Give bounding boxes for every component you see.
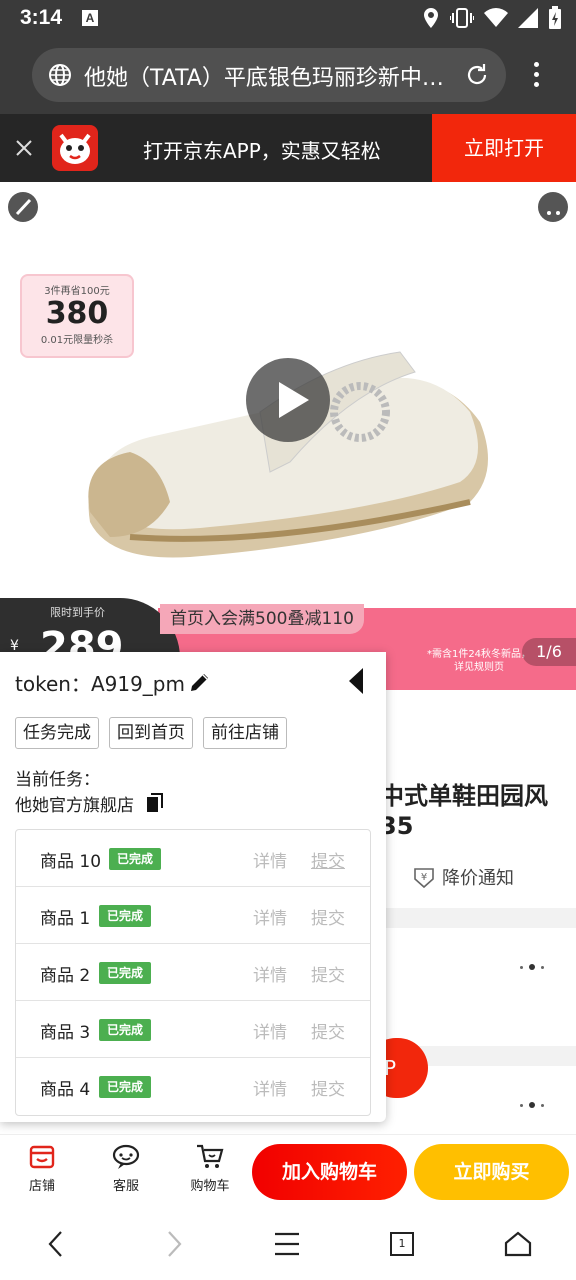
more-icon[interactable] xyxy=(538,192,568,222)
signal-icon xyxy=(518,8,538,28)
clock: 3:14 xyxy=(20,6,63,29)
add-to-cart-button[interactable]: 加入购物车 xyxy=(252,1144,407,1200)
close-icon[interactable] xyxy=(12,136,36,160)
chat-icon xyxy=(112,1144,140,1169)
copy-icon[interactable] xyxy=(146,793,164,813)
banner-text: 打开京东APP，实惠又轻松 xyxy=(143,139,381,163)
submit-link[interactable]: 提交 xyxy=(311,1075,345,1100)
bottom-action-bar: 店铺 客服 购物车 加入购物车 立即购买 xyxy=(0,1134,576,1208)
list-item: 商品 3 已完成 详情 提交 xyxy=(16,1001,370,1058)
nav-back-icon[interactable] xyxy=(44,1230,68,1258)
item-name: 商品 10 xyxy=(40,852,102,872)
token-label: token： xyxy=(15,672,91,696)
play-video-icon[interactable] xyxy=(246,358,330,442)
submit-link[interactable]: 提交 xyxy=(311,847,345,872)
store-label: 店铺 xyxy=(28,1179,55,1194)
system-navigation-bar: 1 xyxy=(0,1208,576,1280)
wifi-icon xyxy=(484,8,508,27)
status-icons xyxy=(422,5,562,31)
back-home-button[interactable]: 回到首页 xyxy=(109,717,193,749)
promo-fine-print: *需含1件24秋冬新品，详见规则页 xyxy=(426,649,532,673)
product-image-shoe xyxy=(88,351,489,558)
page-url-title[interactable]: 他她（TATA）平底银色玛丽珍新中式单鞋田园风 xyxy=(84,60,454,92)
overflow-menu-icon[interactable] xyxy=(524,58,548,92)
go-to-store-button[interactable]: 前往店铺 xyxy=(203,717,287,749)
service-label: 客服 xyxy=(112,1179,139,1194)
back-icon[interactable] xyxy=(8,192,38,222)
location-icon xyxy=(424,8,438,28)
jd-logo xyxy=(52,125,98,171)
image-counter: 1/6 xyxy=(522,638,576,666)
open-app-banner: 打开京东APP，实惠又轻松 立即打开 xyxy=(0,114,576,182)
collapse-panel-icon[interactable] xyxy=(349,668,363,694)
list-item: 商品 2 已完成 详情 提交 xyxy=(16,944,370,1001)
globe-icon xyxy=(49,64,71,86)
notification-a-icon: A xyxy=(82,10,98,26)
list-item: 商品 1 已完成 详情 提交 xyxy=(16,887,370,944)
panel-action-buttons: 任务完成 回到首页 前往店铺 xyxy=(15,717,287,749)
list-item: 商品 4 已完成 详情 提交 xyxy=(16,1058,370,1115)
nav-tabs-button[interactable]: 1 xyxy=(390,1232,414,1256)
detail-link[interactable]: 详情 xyxy=(253,847,287,872)
status-badge: 已完成 xyxy=(99,1076,152,1098)
nav-menu-icon[interactable] xyxy=(274,1230,300,1258)
open-app-button[interactable]: 立即打开 xyxy=(432,114,576,182)
status-badge: 已完成 xyxy=(99,1019,152,1041)
item-name: 商品 3 xyxy=(40,1023,91,1043)
cart-icon xyxy=(197,1144,224,1168)
promo-text: 首页入会满500叠减110 xyxy=(160,604,364,634)
token-value: A919_pm xyxy=(90,672,185,696)
status-badge: 已完成 xyxy=(99,962,152,984)
current-task-name: 他她官方旗舰店 xyxy=(15,796,134,816)
price-alert-label: 降价通知 xyxy=(442,868,514,889)
status-bar: 3:14 A xyxy=(0,0,576,36)
product-title-line1: 中式单鞋田园风 xyxy=(380,782,548,810)
detail-link[interactable]: 详情 xyxy=(253,1018,287,1043)
detail-link[interactable]: 详情 xyxy=(253,904,287,929)
submit-link[interactable]: 提交 xyxy=(311,1018,345,1043)
edit-pencil-icon[interactable] xyxy=(188,670,212,694)
task-complete-button[interactable]: 任务完成 xyxy=(15,717,99,749)
nav-forward-icon[interactable] xyxy=(162,1230,186,1258)
list-item: 商品 10 已完成 详情 提交 xyxy=(16,830,370,887)
status-badge: 已完成 xyxy=(99,905,152,927)
svg-text:¥: ¥ xyxy=(421,872,427,883)
item-name: 商品 4 xyxy=(40,1080,91,1100)
product-task-list: 商品 10 已完成 详情 提交 商品 1 已完成 详情 提交 商品 2 已完成 … xyxy=(15,829,371,1116)
status-badge: 已完成 xyxy=(109,848,162,870)
browser-toolbar: 他她（TATA）平底银色玛丽珍新中式单鞋田园风 xyxy=(0,36,576,114)
address-bar[interactable]: 他她（TATA）平底银色玛丽珍新中式单鞋田园风 xyxy=(32,48,506,102)
price-alert-button[interactable]: ¥ 降价通知 xyxy=(412,864,514,890)
store-tab[interactable]: 店铺 xyxy=(12,1143,72,1194)
price-tag-icon: ¥ xyxy=(414,868,434,889)
task-helper-panel: token：A919_pm 任务完成 回到首页 前往店铺 当前任务： 他她官方旗… xyxy=(0,652,386,1122)
coupon-tag-top: 3件再省100元 xyxy=(44,286,110,297)
customer-service-tab[interactable]: 客服 xyxy=(96,1143,156,1194)
token-display: token：A919_pm xyxy=(15,668,185,697)
reload-icon[interactable] xyxy=(464,62,490,88)
store-icon xyxy=(29,1145,55,1169)
current-task-label: 当前任务： xyxy=(15,770,100,790)
item-name: 商品 2 xyxy=(40,966,91,986)
item-name: 商品 1 xyxy=(40,909,91,929)
submit-link[interactable]: 提交 xyxy=(311,904,345,929)
buy-now-button[interactable]: 立即购买 xyxy=(414,1144,569,1200)
product-gallery[interactable]: 3件再省100元 380 0.01元限量秒杀 xyxy=(0,182,576,666)
more-dots-icon[interactable] xyxy=(520,1102,544,1108)
cart-label: 购物车 xyxy=(190,1179,230,1194)
detail-link[interactable]: 详情 xyxy=(253,961,287,986)
vibrate-icon xyxy=(450,8,474,28)
more-dots-icon[interactable] xyxy=(520,964,544,970)
battery-icon xyxy=(549,6,561,29)
nav-home-icon[interactable] xyxy=(504,1230,532,1258)
cart-tab[interactable]: 购物车 xyxy=(180,1143,240,1194)
submit-link[interactable]: 提交 xyxy=(311,961,345,986)
detail-link[interactable]: 详情 xyxy=(253,1075,287,1100)
price-label: 限时到手价 xyxy=(50,606,105,619)
